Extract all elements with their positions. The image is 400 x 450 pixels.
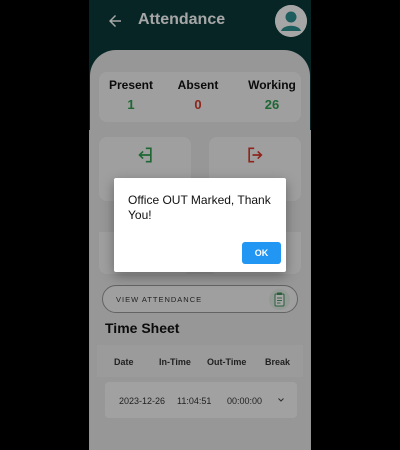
dialog-message: Office OUT Marked, Thank You! xyxy=(128,193,271,222)
alert-dialog: Office OUT Marked, Thank You! OK xyxy=(114,178,286,272)
ok-button[interactable]: OK xyxy=(242,242,281,264)
